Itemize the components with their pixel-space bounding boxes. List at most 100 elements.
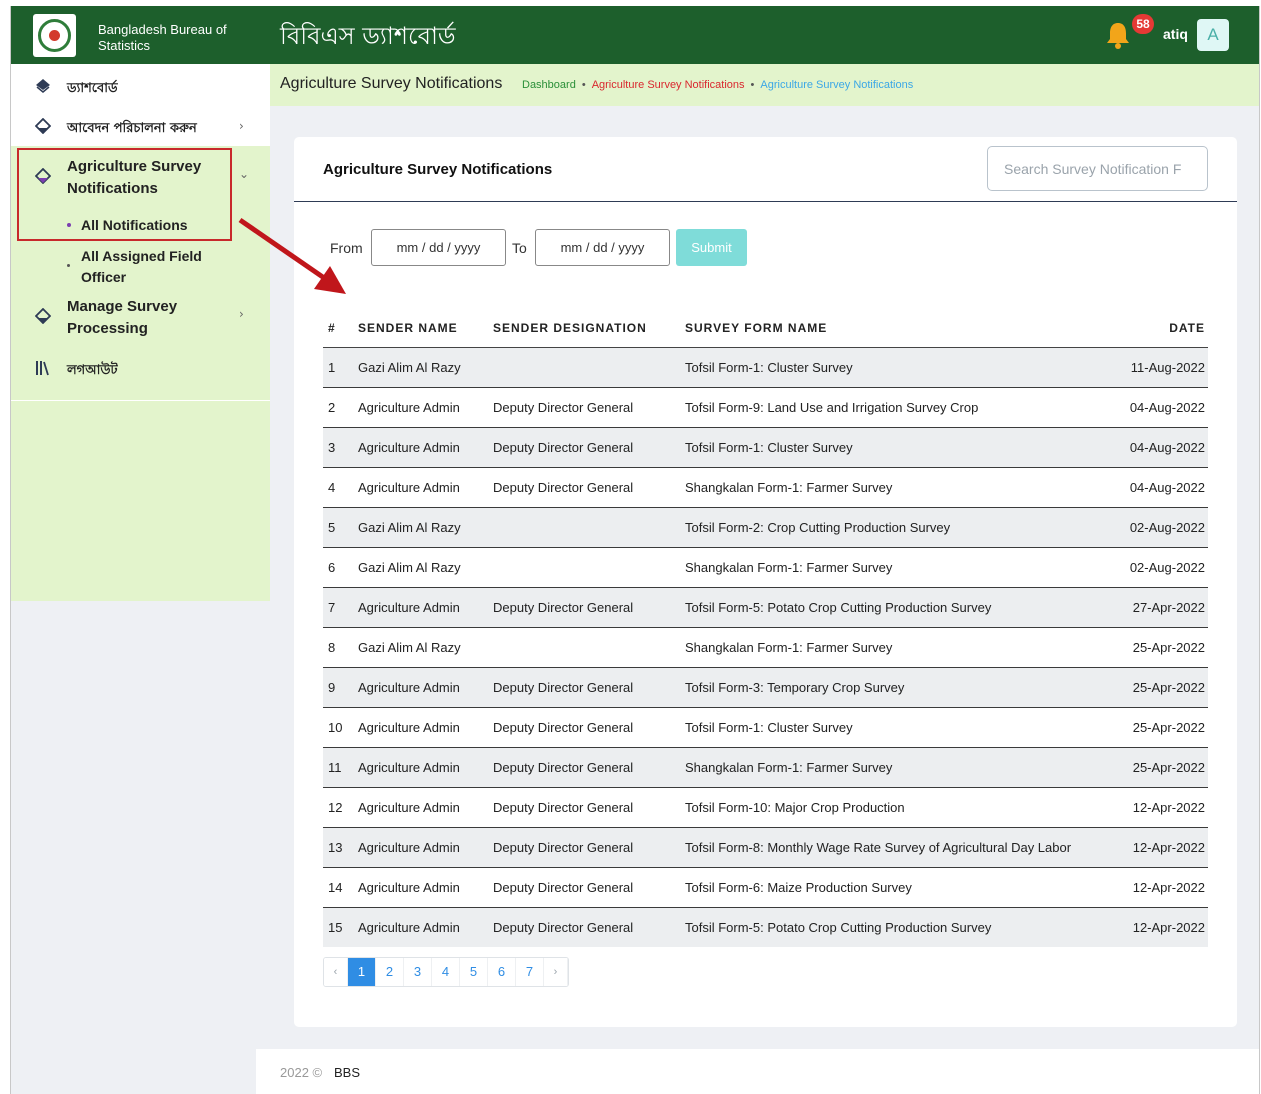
table-row[interactable]: 6 Gazi Alim Al Razy Shangkalan Form-1: Far… — [323, 547, 1208, 588]
table-row[interactable]: 12 Agriculture Admin Deputy Director Gener… — [323, 787, 1208, 828]
cell-sender-name: Agriculture Admin — [353, 867, 488, 908]
cell-index: 11 — [323, 747, 353, 788]
table-row[interactable]: 7 Agriculture Admin Deputy Director Genera… — [323, 587, 1208, 628]
pagination-page-7[interactable]: 7 — [516, 958, 544, 986]
pagination-page-5[interactable]: 5 — [460, 958, 488, 986]
app-title: বিবিএস ড্যাশবোর্ড — [280, 22, 456, 50]
column-header-index: # — [323, 310, 353, 348]
breadcrumb-current: Agriculture Survey Notifications — [760, 79, 914, 91]
cell-sender-name: Gazi Alim Al Razy — [353, 627, 488, 668]
cell-sender-name: Agriculture Admin — [353, 787, 488, 828]
cell-sender-designation: Deputy Director General — [488, 747, 680, 788]
card-title: Agriculture Survey Notifications — [323, 161, 553, 178]
books-icon — [36, 361, 49, 376]
breadcrumb-separator: • — [581, 79, 586, 91]
table-row[interactable]: 5 Gazi Alim Al Razy Tofsil Form-2: Crop Cu… — [323, 507, 1208, 548]
column-header-survey-form: SURVEY FORM NAME — [680, 310, 1100, 348]
cell-sender-designation: Deputy Director General — [488, 787, 680, 828]
table-row[interactable]: 15 Agriculture Admin Deputy Director Gener… — [323, 907, 1208, 947]
user-name[interactable]: atiq — [1163, 26, 1188, 42]
pagination-page-1[interactable]: 1 — [348, 958, 376, 986]
table-row[interactable]: 10 Agriculture Admin Deputy Director Gener… — [323, 707, 1208, 748]
cell-sender-name: Agriculture Admin — [353, 747, 488, 788]
cell-survey-form: Tofsil Form-5: Potato Crop Cutting Produ… — [680, 587, 1100, 628]
column-header-date: DATE — [1100, 310, 1208, 348]
table-row[interactable]: 3 Agriculture Admin Deputy Director Genera… — [323, 427, 1208, 468]
bullet-dot — [67, 264, 70, 267]
bell-icon[interactable] — [1105, 20, 1131, 50]
pagination-page-2[interactable]: 2 — [376, 958, 404, 986]
cell-sender-name: Agriculture Admin — [353, 707, 488, 748]
sidebar-subitem-assigned-officer[interactable]: All Assigned Field Officer — [81, 246, 202, 288]
cell-date: 04-Aug-2022 — [1100, 427, 1208, 468]
cell-date: 04-Aug-2022 — [1100, 467, 1208, 508]
cell-survey-form: Tofsil Form-3: Temporary Crop Survey — [680, 667, 1100, 708]
cell-index: 7 — [323, 587, 353, 628]
notification-badge[interactable]: 58 — [1132, 14, 1154, 34]
table-row[interactable]: 13 Agriculture Admin Deputy Director Gener… — [323, 827, 1208, 868]
table-row[interactable]: 2 Agriculture Admin Deputy Director Genera… — [323, 387, 1208, 428]
cell-date: 02-Aug-2022 — [1100, 507, 1208, 548]
cell-survey-form: Shangkalan Form-1: Farmer Survey — [680, 627, 1100, 668]
bbs-logo-icon — [33, 14, 76, 57]
table-row[interactable]: 8 Gazi Alim Al Razy Shangkalan Form-1: Far… — [323, 627, 1208, 668]
table-row[interactable]: 11 Agriculture Admin Deputy Director Gener… — [323, 747, 1208, 788]
search-input[interactable] — [987, 146, 1208, 191]
cell-sender-name: Agriculture Admin — [353, 667, 488, 708]
pagination: ‹ 1 2 3 4 5 6 7 › — [323, 957, 569, 987]
cell-index: 6 — [323, 547, 353, 588]
cell-sender-name: Agriculture Admin — [353, 827, 488, 868]
from-date-input[interactable]: mm / dd / yyyy — [371, 229, 506, 266]
cell-index: 13 — [323, 827, 353, 868]
cell-sender-designation — [488, 547, 680, 588]
cell-index: 1 — [323, 347, 353, 388]
submit-button[interactable]: Submit — [676, 229, 747, 266]
cell-sender-designation — [488, 627, 680, 668]
cell-date: 12-Apr-2022 — [1100, 907, 1208, 947]
cell-sender-designation: Deputy Director General — [488, 907, 680, 947]
footer-year: 2022 © — [280, 1065, 323, 1080]
pagination-page-3[interactable]: 3 — [404, 958, 432, 986]
cell-date: 11-Aug-2022 — [1100, 347, 1208, 388]
cell-index: 4 — [323, 467, 353, 508]
breadcrumb-dashboard[interactable]: Dashboard — [522, 79, 576, 91]
cell-survey-form: Tofsil Form-1: Cluster Survey — [680, 347, 1100, 388]
page-title: Agriculture Survey Notifications — [280, 75, 503, 92]
cell-sender-designation: Deputy Director General — [488, 707, 680, 748]
label-line-1: All Assigned Field — [81, 248, 202, 264]
table-header-row: # SENDER NAME SENDER DESIGNATION SURVEY … — [323, 310, 1208, 348]
cell-index: 2 — [323, 387, 353, 428]
cell-survey-form: Tofsil Form-6: Maize Production Survey — [680, 867, 1100, 908]
to-label: To — [512, 240, 527, 256]
logo-area[interactable]: Bangladesh Bureau of Statistics — [11, 6, 270, 64]
cell-survey-form: Tofsil Form-1: Cluster Survey — [680, 427, 1100, 468]
chevron-right-icon: › — [239, 307, 244, 321]
breadcrumb-section[interactable]: Agriculture Survey Notifications — [592, 79, 745, 91]
cell-index: 10 — [323, 707, 353, 748]
chevron-down-icon: ⌄ — [239, 167, 250, 181]
cell-sender-designation: Deputy Director General — [488, 467, 680, 508]
card-divider — [294, 201, 1237, 202]
cell-survey-form: Shangkalan Form-1: Farmer Survey — [680, 747, 1100, 788]
cell-date: 12-Apr-2022 — [1100, 827, 1208, 868]
table-row[interactable]: 14 Agriculture Admin Deputy Director Gener… — [323, 867, 1208, 908]
breadcrumb-bar: Agriculture Survey Notifications Dashboa… — [270, 64, 1259, 106]
pagination-next-button[interactable]: › — [544, 958, 568, 986]
cell-date: 25-Apr-2022 — [1100, 627, 1208, 668]
cell-index: 9 — [323, 667, 353, 708]
pagination-page-4[interactable]: 4 — [432, 958, 460, 986]
pagination-page-6[interactable]: 6 — [488, 958, 516, 986]
cell-index: 8 — [323, 627, 353, 668]
cell-date: 25-Apr-2022 — [1100, 667, 1208, 708]
notifications-table: # SENDER NAME SENDER DESIGNATION SURVEY … — [323, 310, 1208, 947]
diamond-icon — [36, 79, 50, 93]
cell-survey-form: Shangkalan Form-1: Farmer Survey — [680, 547, 1100, 588]
pagination-prev-button[interactable]: ‹ — [324, 958, 348, 986]
cell-sender-designation: Deputy Director General — [488, 387, 680, 428]
to-date-input[interactable]: mm / dd / yyyy — [535, 229, 670, 266]
cell-date: 25-Apr-2022 — [1100, 707, 1208, 748]
table-row[interactable]: 4 Agriculture Admin Deputy Director Genera… — [323, 467, 1208, 508]
table-row[interactable]: 1 Gazi Alim Al Razy Tofsil Form-1: Cluster… — [323, 347, 1208, 388]
avatar[interactable]: A — [1197, 19, 1229, 51]
table-row[interactable]: 9 Agriculture Admin Deputy Director Genera… — [323, 667, 1208, 708]
